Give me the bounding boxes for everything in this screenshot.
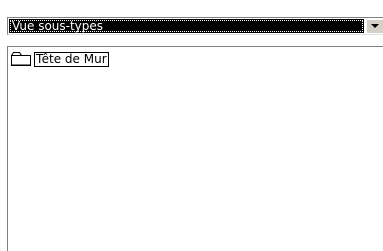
tree-item[interactable]: Tête de Mur [10,51,109,67]
subtype-tree-view[interactable]: Tête de Mur [7,46,383,251]
tree-item-label: Tête de Mur [34,51,109,67]
dropdown-selected-highlight: Vue sous-types [9,19,364,33]
chevron-down-icon [371,24,379,28]
dropdown-button[interactable] [366,19,383,33]
view-type-dropdown[interactable]: Vue sous-types [7,17,383,35]
dropdown-selected-value: Vue sous-types [12,19,104,33]
folder-icon [10,52,31,66]
